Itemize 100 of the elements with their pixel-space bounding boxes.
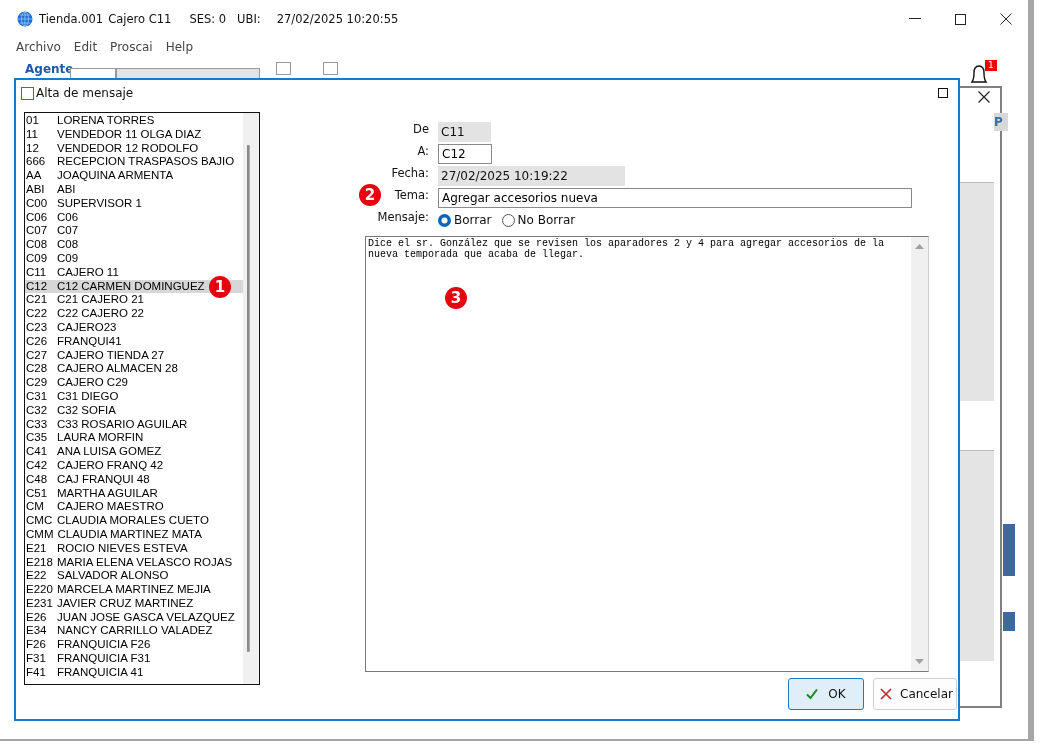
item-name: CAJERO23 <box>57 320 117 335</box>
window-title: UBI: <box>237 12 261 26</box>
list-item[interactable]: E220 MARCELA MARTINEZ MEJIA <box>25 583 243 597</box>
item-name: C31 DIEGO <box>57 389 119 404</box>
item-name: C22 CAJERO 22 <box>57 307 144 321</box>
list-item[interactable]: C42 CAJERO FRANQ 42 <box>25 458 243 473</box>
input-field[interactable]: C12 <box>438 144 492 164</box>
list-item[interactable]: E34 NANCY CARRILLO VALADEZ <box>25 624 243 639</box>
item-name: ANA LUISA GOMEZ <box>57 445 162 459</box>
item-name: C21 CAJERO 21 <box>57 293 144 308</box>
list-item[interactable]: C31 C31 DIEGO <box>25 389 243 404</box>
list-item[interactable]: C09 C09 <box>25 251 243 266</box>
item-code: AA <box>26 169 43 183</box>
list-item[interactable]: ABI ABI <box>25 183 243 197</box>
list-item[interactable]: 12 VENDEDOR 12 RODOLFO <box>25 141 243 156</box>
list-item[interactable]: F26 FRANQUICIA F26 <box>25 638 243 653</box>
number-marker: 1 <box>209 275 231 298</box>
item-code: C23 <box>26 320 49 335</box>
item-code: F31 <box>26 652 47 666</box>
list-item[interactable]: F31 FRANQUICIA F31 <box>25 652 243 666</box>
item-name: NANCY CARRILLO VALADEZ <box>57 624 213 639</box>
list-item[interactable]: CMM CLAUDIA MARTINEZ MATA <box>25 527 243 542</box>
field-label: Mensaje: <box>377 210 429 224</box>
item-name: C06 <box>57 210 79 225</box>
list-item[interactable]: CMC CLAUDIA MORALES CUETO <box>25 514 243 528</box>
read-only-field: 27/02/2025 10:19:22 <box>438 166 625 186</box>
item-code: C00 <box>26 196 49 211</box>
item-name: CAJERO ALMACEN 28 <box>57 362 178 377</box>
menu-item[interactable]: Archivo <box>16 40 61 54</box>
item-code: E21 <box>26 541 48 556</box>
item-name: C07 <box>57 224 79 239</box>
item-name: CAJERO FRANQ 42 <box>57 458 164 473</box>
list-item[interactable]: C32 C32 SOFIA <box>25 403 243 418</box>
item-code: C27 <box>26 348 49 363</box>
item-name: LORENA TORRES <box>57 114 155 128</box>
ok-button[interactable]: OK <box>788 678 864 710</box>
list-item[interactable]: C48 CAJ FRANQUI 48 <box>25 472 243 487</box>
item-name: CAJERO 11 <box>57 265 119 280</box>
list-item[interactable]: AA JOAQUINA ARMENTA <box>25 169 243 183</box>
menu-item[interactable]: Help <box>165 40 194 54</box>
list-item[interactable]: E22 SALVADOR ALONSO <box>25 569 243 584</box>
item-code: C06 <box>26 210 49 225</box>
item-code: C28 <box>26 362 49 377</box>
item-name: CAJERO C29 <box>57 376 128 390</box>
item-name: C33 ROSARIO AGUILAR <box>57 417 188 432</box>
list-item[interactable]: C00 SUPERVISOR 1 <box>25 196 243 211</box>
window-title: Tienda.001 <box>39 12 104 26</box>
menu-item[interactable]: Edit <box>73 40 98 54</box>
item-name: RECEPCION TRASPASOS BAJIO <box>57 155 235 170</box>
list-item[interactable]: F41 FRANQUICIA 41 <box>25 665 243 680</box>
item-name: C12 CARMEN DOMINGUEZ <box>57 279 205 294</box>
list-item[interactable]: C33 C33 ROSARIO AGUILAR <box>25 417 243 432</box>
list-item[interactable]: E218 MARIA ELENA VELASCO ROJAS <box>25 555 243 570</box>
list-item[interactable]: CM CAJERO MAESTRO <box>25 500 243 515</box>
item-name: ABI <box>57 183 76 197</box>
list-item[interactable]: C23 CAJERO23 <box>25 320 243 335</box>
read-only-field: C11 <box>438 122 491 142</box>
item-code: C41 <box>26 445 49 459</box>
item-code: F41 <box>26 665 47 680</box>
list-item[interactable]: C07 C07 <box>25 224 243 239</box>
item-code: C07 <box>26 224 49 239</box>
radio-option[interactable]: No Borrar <box>501 213 576 227</box>
list-item[interactable]: C08 C08 <box>25 238 243 252</box>
item-code: C31 <box>26 389 49 404</box>
list-item[interactable]: E231 JAVIER CRUZ MARTINEZ <box>25 596 243 611</box>
list-item[interactable]: E26 JUAN JOSE GASCA VELAZQUEZ <box>25 610 243 625</box>
list-item[interactable]: C51 MARTHA AGUILAR <box>25 486 243 501</box>
item-name: CLAUDIA MARTINEZ MATA <box>57 527 202 542</box>
item-code: C35 <box>26 431 49 446</box>
list-item[interactable]: 11 VENDEDOR 11 OLGA DIAZ <box>25 127 243 142</box>
list-item[interactable]: 01 LORENA TORRES <box>25 114 243 128</box>
item-code: C26 <box>26 334 49 349</box>
item-code: C09 <box>26 251 49 266</box>
list-item[interactable]: 666 RECEPCION TRASPASOS BAJIO <box>25 155 243 170</box>
item-code: E220 <box>26 583 53 597</box>
item-name: C32 SOFIA <box>57 403 116 418</box>
list-item[interactable]: C27 CAJERO TIENDA 27 <box>25 348 243 363</box>
list-item[interactable]: C29 CAJERO C29 <box>25 376 243 390</box>
item-name: FRANQUICIA F26 <box>57 638 151 653</box>
item-code: CM <box>26 500 45 515</box>
list-item[interactable]: C35 LAURA MORFIN <box>25 431 243 446</box>
list-item[interactable]: C28 CAJERO ALMACEN 28 <box>25 362 243 377</box>
cancel-button[interactable]: Cancelar <box>873 678 957 710</box>
menu-item[interactable]: Proscai <box>110 40 153 54</box>
item-name: JAVIER CRUZ MARTINEZ <box>57 596 194 611</box>
radio-option[interactable]: Borrar <box>438 213 492 227</box>
item-name: LAURA MORFIN <box>57 431 144 446</box>
list-item[interactable]: C06 C06 <box>25 210 243 225</box>
item-code: ABI <box>26 183 46 197</box>
item-code: C11 <box>26 265 48 280</box>
input-field[interactable]: Agregar accesorios nueva <box>438 188 912 208</box>
list-item[interactable]: E21 ROCIO NIEVES ESTEVA <box>25 541 243 556</box>
list-item[interactable]: C22 C22 CAJERO 22 <box>25 307 243 321</box>
dialog-title: Alta de mensaje <box>36 86 134 100</box>
item-code: E218 <box>26 555 53 570</box>
item-name: FRANQUICIA F31 <box>57 652 151 666</box>
list-item[interactable]: C41 ANA LUISA GOMEZ <box>25 445 243 459</box>
item-name: MARIA ELENA VELASCO ROJAS <box>57 555 233 570</box>
number-marker: 2 <box>359 184 381 206</box>
list-item[interactable]: C26 FRANQUI41 <box>25 334 243 349</box>
